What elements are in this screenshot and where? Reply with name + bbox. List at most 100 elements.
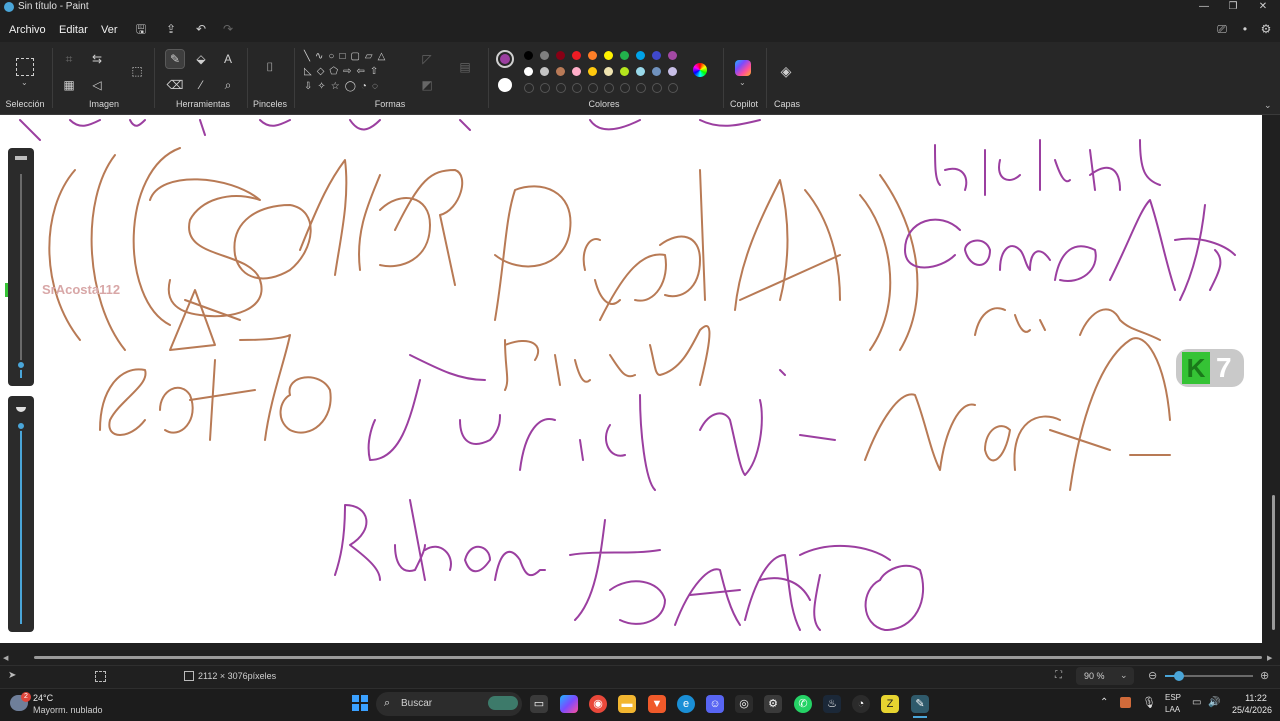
zoom-in-icon[interactable]: ⊕ xyxy=(1260,669,1269,682)
clock-date[interactable]: 25/4/2026 xyxy=(1230,705,1274,715)
custom-color-slot[interactable] xyxy=(636,83,646,93)
undo-icon[interactable]: ↶ xyxy=(191,20,211,38)
eraser-icon[interactable]: ⌫ xyxy=(166,76,184,94)
custom-color-slot[interactable] xyxy=(620,83,630,93)
shape-fill-icon[interactable]: ◩ xyxy=(418,76,436,94)
palette-color-swatch[interactable] xyxy=(620,67,629,76)
text-tool-icon[interactable]: A xyxy=(219,50,237,68)
palette-color-swatch[interactable] xyxy=(668,67,677,76)
palette-color-swatch[interactable] xyxy=(636,67,645,76)
tray-app-icon[interactable] xyxy=(1120,697,1131,708)
chevron-down-icon[interactable]: ⌄ xyxy=(739,78,746,87)
custom-color-slot[interactable] xyxy=(588,83,598,93)
vertical-scroll-thumb[interactable] xyxy=(1272,495,1275,630)
custom-color-slot[interactable] xyxy=(652,83,662,93)
close-button[interactable]: ✕ xyxy=(1248,0,1278,14)
horizontal-scroll-thumb[interactable] xyxy=(34,656,1262,659)
vertical-scrollbar[interactable] xyxy=(1262,115,1280,643)
keyboard-layout[interactable]: LAA xyxy=(1165,705,1180,714)
discord-icon[interactable]: ☺ xyxy=(706,695,724,713)
custom-color-slot[interactable] xyxy=(668,83,678,93)
obs-icon[interactable]: ◎ xyxy=(735,695,753,713)
shape-outline-icon[interactable]: ◸ xyxy=(418,50,436,68)
pencil-icon[interactable]: ✎ xyxy=(165,49,185,69)
brave-icon[interactable]: ▼ xyxy=(648,695,666,713)
share-icon[interactable]: ⇪ xyxy=(161,20,181,38)
palette-color-swatch[interactable] xyxy=(524,51,533,60)
brush-size-thumb[interactable] xyxy=(16,360,26,370)
palette-color-swatch[interactable] xyxy=(588,67,597,76)
palette-color-swatch[interactable] xyxy=(620,51,629,60)
windows-start-icon[interactable] xyxy=(352,695,368,711)
drawing-canvas[interactable] xyxy=(0,115,1262,643)
select-rectangle-icon[interactable] xyxy=(16,58,34,76)
app-icon-notes[interactable]: Z xyxy=(881,695,899,713)
whatsapp-icon[interactable]: ✆ xyxy=(794,695,812,713)
secondary-color-swatch[interactable] xyxy=(498,78,512,92)
palette-color-swatch[interactable] xyxy=(604,67,613,76)
chevron-down-icon[interactable]: ⌄ xyxy=(21,78,28,87)
feedback-icon[interactable]: ⎚ xyxy=(1213,20,1231,38)
brush-icon[interactable]: ⌷ xyxy=(261,58,279,76)
steam-icon[interactable]: ♨ xyxy=(823,695,841,713)
copilot-taskbar-icon[interactable] xyxy=(560,695,578,713)
paint-taskbar-icon[interactable]: ✎ xyxy=(911,695,929,713)
palette-color-swatch[interactable] xyxy=(588,51,597,60)
palette-color-swatch[interactable] xyxy=(572,67,581,76)
chrome-icon[interactable]: ◉ xyxy=(589,695,607,713)
shapes-gallery[interactable]: ╲∿○□▢▱△ ◺◇⬠⇨⇦⇧ ⇩✧☆◯◔◌ xyxy=(304,49,410,97)
custom-color-slot[interactable] xyxy=(556,83,566,93)
save-icon[interactable]: 🖫 xyxy=(131,20,151,38)
palette-color-swatch[interactable] xyxy=(556,67,565,76)
scroll-right-icon[interactable]: ▶ xyxy=(1267,654,1272,662)
custom-color-slot[interactable] xyxy=(540,83,550,93)
image-select-icon[interactable]: ⬚ xyxy=(128,62,146,80)
minimize-button[interactable]: — xyxy=(1189,0,1219,14)
clock-time[interactable]: 11:22 xyxy=(1238,693,1274,703)
microphone-icon[interactable]: 🎙 xyxy=(1142,696,1156,709)
crop-icon[interactable]: ⌗ xyxy=(60,50,78,68)
maximize-button[interactable]: ❐ xyxy=(1218,0,1248,14)
account-icon[interactable]: • xyxy=(1236,20,1254,38)
network-icon[interactable]: ▭ xyxy=(1192,697,1201,708)
task-view-icon[interactable]: ▭ xyxy=(530,695,548,713)
volume-icon[interactable]: 🔊 xyxy=(1208,697,1220,708)
magnifier-icon[interactable]: ⌕ xyxy=(219,76,237,94)
show-hidden-icons-icon[interactable]: ⌃ xyxy=(1100,697,1108,708)
opacity-track[interactable] xyxy=(20,426,22,624)
weather-description[interactable]: Mayorm. nublado xyxy=(33,705,103,715)
custom-color-slot[interactable] xyxy=(604,83,614,93)
edge-icon[interactable]: e xyxy=(677,695,695,713)
layers-icon[interactable]: ◈ xyxy=(777,62,795,80)
resize-icon[interactable]: ⇆ xyxy=(88,50,106,68)
opacity-thumb[interactable] xyxy=(16,421,26,431)
palette-color-swatch[interactable] xyxy=(540,51,549,60)
edit-colors-icon[interactable] xyxy=(693,63,707,77)
zoom-slider-thumb[interactable] xyxy=(1174,671,1184,681)
palette-color-swatch[interactable] xyxy=(668,51,677,60)
palette-color-swatch[interactable] xyxy=(572,51,581,60)
palette-color-swatch[interactable] xyxy=(636,51,645,60)
palette-color-swatch[interactable] xyxy=(540,67,549,76)
settings-gear-icon[interactable]: ⚙ xyxy=(1257,20,1275,38)
weather-temperature[interactable]: 24°C xyxy=(33,693,53,703)
palette-color-swatch[interactable] xyxy=(652,67,661,76)
scroll-left-icon[interactable]: ◀ xyxy=(3,654,8,662)
menu-ver[interactable]: Ver xyxy=(101,24,118,36)
palette-color-swatch[interactable] xyxy=(556,51,565,60)
redo-icon[interactable]: ↷ xyxy=(218,20,238,38)
fit-to-window-icon[interactable]: ⛶ xyxy=(1055,670,1062,681)
flip-icon[interactable]: ◁ xyxy=(88,76,106,94)
palette-color-swatch[interactable] xyxy=(604,51,613,60)
file-explorer-icon[interactable]: ▬ xyxy=(618,695,636,713)
chevron-down-icon[interactable]: ⌄ xyxy=(1120,670,1128,681)
custom-color-slot[interactable] xyxy=(524,83,534,93)
color-picker-icon[interactable]: ⁄ xyxy=(192,76,210,94)
palette-color-swatch[interactable] xyxy=(652,51,661,60)
palette-color-swatch[interactable] xyxy=(524,67,533,76)
settings-icon[interactable]: ⚙ xyxy=(764,695,782,713)
copilot-icon[interactable] xyxy=(735,60,751,76)
brush-size-track[interactable] xyxy=(20,174,22,374)
app-icon-gamepad[interactable]: ◔ xyxy=(852,695,870,713)
background-removal-icon[interactable]: ▦ xyxy=(60,76,78,94)
